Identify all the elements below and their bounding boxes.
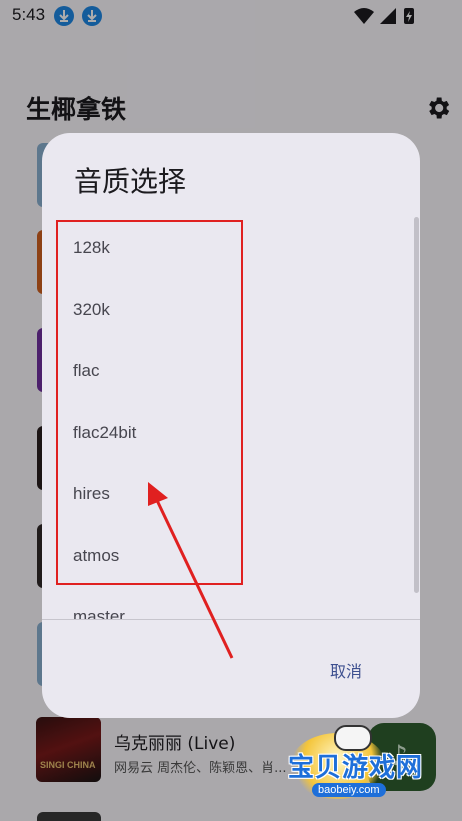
quality-option-label: master bbox=[73, 607, 125, 619]
watermark-logo: 宝贝游戏网 baobeiy.com bbox=[284, 725, 444, 805]
cancel-button-label: 取消 bbox=[330, 662, 363, 681]
watermark-url: baobeiy.com bbox=[312, 783, 386, 797]
annotation-arrow-icon bbox=[148, 482, 234, 659]
cancel-button[interactable]: 取消 bbox=[314, 647, 384, 687]
scrollbar[interactable] bbox=[414, 217, 419, 593]
watermark-text: 宝贝游戏网 bbox=[288, 753, 424, 783]
dialog-title: 音质选择 bbox=[74, 165, 187, 198]
